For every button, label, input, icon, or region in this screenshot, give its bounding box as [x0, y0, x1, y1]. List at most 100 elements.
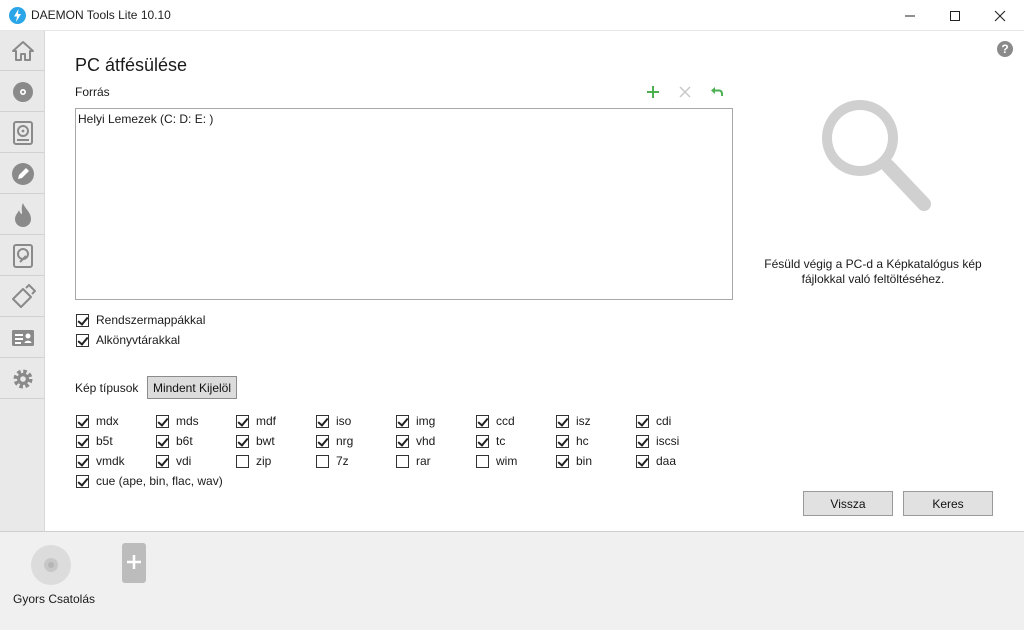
checkbox[interactable] — [76, 474, 89, 488]
checkbox[interactable] — [76, 333, 89, 347]
image-type-option[interactable]: mdx — [76, 413, 119, 429]
checkbox[interactable] — [476, 414, 489, 428]
checkbox-label: tc — [496, 434, 506, 448]
checkbox[interactable] — [636, 414, 649, 428]
checkbox[interactable] — [636, 434, 649, 448]
magnifier-icon — [822, 100, 931, 211]
image-type-option[interactable]: ccd — [476, 413, 515, 429]
checkbox[interactable] — [396, 454, 409, 468]
checkbox[interactable] — [236, 454, 249, 468]
back-button[interactable]: Vissza — [803, 491, 893, 516]
image-type-option[interactable]: bwt — [236, 433, 275, 449]
image-type-option[interactable]: mds — [156, 413, 199, 429]
checkbox-label: vdi — [176, 454, 192, 468]
help-button[interactable]: ? — [997, 41, 1013, 57]
image-type-option[interactable]: mdf — [236, 413, 276, 429]
checkbox[interactable] — [316, 454, 329, 468]
undo-button[interactable] — [708, 83, 726, 101]
add-device-button[interactable] — [120, 542, 148, 587]
checkbox-label: 7z — [336, 454, 349, 468]
checkbox[interactable] — [156, 454, 169, 468]
sidebar-item-images[interactable] — [0, 113, 45, 153]
quick-mount-button[interactable] — [30, 544, 72, 589]
home-icon — [11, 40, 34, 61]
checkbox[interactable] — [556, 414, 569, 428]
checkbox[interactable] — [396, 414, 409, 428]
checkbox[interactable] — [76, 434, 89, 448]
minimize-button[interactable] — [887, 0, 933, 31]
remove-source-button[interactable] — [676, 83, 694, 101]
image-type-option[interactable]: bin — [556, 453, 592, 469]
image-type-option[interactable]: tc — [476, 433, 505, 449]
checkbox-label: Rendszermappákkal — [96, 313, 206, 327]
image-type-option[interactable]: vmdk — [76, 453, 125, 469]
scan-description: Fésüld végig a PC-d a Képkatalógus kép f… — [752, 257, 994, 287]
checkbox[interactable] — [316, 414, 329, 428]
image-type-option[interactable]: rar — [396, 453, 431, 469]
search-button[interactable]: Keres — [903, 491, 993, 516]
checkbox[interactable] — [76, 313, 89, 327]
image-type-option[interactable]: cue (ape, bin, flac, wav) — [76, 473, 223, 489]
image-type-option[interactable]: isz — [556, 413, 591, 429]
sidebar-item-burn[interactable] — [0, 195, 45, 235]
checkbox[interactable] — [556, 454, 569, 468]
option-subdirectories[interactable]: Alkönyvtárakkal — [76, 332, 180, 348]
add-device-icon — [122, 543, 146, 583]
checkbox[interactable] — [236, 414, 249, 428]
select-all-button[interactable]: Mindent Kijelöl — [147, 376, 237, 399]
sidebar-item-edit[interactable] — [0, 154, 45, 194]
sidebar-item-discs[interactable] — [0, 72, 45, 112]
checkbox[interactable] — [76, 454, 89, 468]
image-type-option[interactable]: daa — [636, 453, 676, 469]
checkbox-label: mds — [176, 414, 199, 428]
add-source-button[interactable] — [644, 83, 662, 101]
option-system-folders[interactable]: Rendszermappákkal — [76, 312, 205, 328]
checkbox[interactable] — [156, 414, 169, 428]
checkbox[interactable] — [236, 434, 249, 448]
image-type-option[interactable]: nrg — [316, 433, 353, 449]
sidebar-item-home[interactable] — [0, 31, 45, 71]
sidebar-item-virtual-hdd[interactable] — [0, 236, 45, 276]
image-type-option[interactable]: b5t — [76, 433, 113, 449]
image-type-option[interactable]: wim — [476, 453, 517, 469]
image-type-option[interactable]: b6t — [156, 433, 193, 449]
sidebar-item-catalog[interactable] — [0, 318, 45, 358]
checkbox-label: iso — [336, 414, 352, 428]
checkbox[interactable] — [396, 434, 409, 448]
image-type-option[interactable]: vhd — [396, 433, 435, 449]
maximize-button[interactable] — [932, 0, 978, 31]
image-types-label: Kép típusok — [75, 381, 139, 395]
checkbox[interactable] — [476, 454, 489, 468]
image-type-option[interactable]: cdi — [636, 413, 671, 429]
checkbox-label: Alkönyvtárakkal — [96, 333, 181, 347]
checkbox[interactable] — [636, 454, 649, 468]
checkbox-label: hc — [576, 434, 589, 448]
checkbox[interactable] — [76, 414, 89, 428]
checkbox-label: vmdk — [96, 454, 125, 468]
close-button[interactable] — [977, 0, 1023, 31]
sidebar-item-settings[interactable] — [0, 359, 45, 399]
checkbox[interactable] — [476, 434, 489, 448]
image-type-option[interactable]: iso — [316, 413, 351, 429]
image-type-option[interactable]: iscsi — [636, 433, 679, 449]
checkbox-label: iscsi — [656, 434, 680, 448]
checkbox-label: b5t — [96, 434, 113, 448]
checkbox-label: cdi — [656, 414, 672, 428]
checkbox[interactable] — [316, 434, 329, 448]
undo-icon — [711, 87, 724, 97]
checkbox[interactable] — [556, 434, 569, 448]
image-type-option[interactable]: zip — [236, 453, 271, 469]
checkbox[interactable] — [156, 434, 169, 448]
checkbox-label: rar — [416, 454, 431, 468]
sidebar-item-usb[interactable] — [0, 277, 45, 317]
page-title: PC átfésülése — [75, 55, 188, 75]
image-type-option[interactable]: 7z — [316, 453, 349, 469]
source-list[interactable]: Helyi Lemezek (C: D: E: ) — [75, 108, 733, 300]
image-type-option[interactable]: vdi — [156, 453, 191, 469]
image-type-option[interactable]: img — [396, 413, 435, 429]
checkbox-label: mdf — [256, 414, 277, 428]
checkbox-label: isz — [576, 414, 591, 428]
checkbox-label: zip — [256, 454, 272, 468]
source-list-item[interactable]: Helyi Lemezek (C: D: E: ) — [78, 112, 213, 126]
image-type-option[interactable]: hc — [556, 433, 589, 449]
